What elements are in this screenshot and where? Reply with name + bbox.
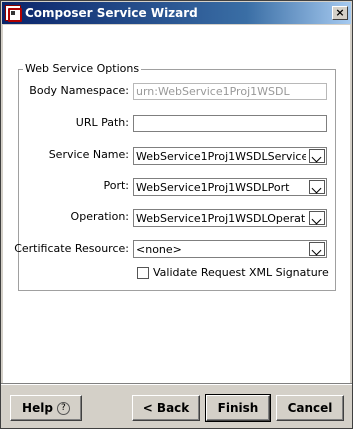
port-value: WebService1Proj1WSDLPort xyxy=(136,181,290,194)
help-button-label: Help xyxy=(22,401,53,415)
url-path-label: URL Path: xyxy=(75,116,129,129)
port-label: Port: xyxy=(103,179,129,192)
operation-select[interactable]: WebService1Proj1WSDLOperation xyxy=(133,209,327,227)
operation-value: WebService1Proj1WSDLOperation xyxy=(136,212,306,225)
certificate-resource-value: <none> xyxy=(136,243,182,256)
service-name-select[interactable]: WebService1Proj1WSDLService xyxy=(133,147,327,165)
service-name-label: Service Name: xyxy=(48,148,129,161)
question-circle-icon: ? xyxy=(56,402,70,415)
group-legend: Web Service Options xyxy=(23,62,142,75)
cancel-button[interactable]: Cancel xyxy=(276,395,344,421)
close-icon[interactable]: × xyxy=(332,6,348,20)
wizard-window: Composer Service Wizard × Web Service Op… xyxy=(0,0,353,429)
help-button[interactable]: Help? xyxy=(10,395,82,421)
chevron-down-icon[interactable] xyxy=(309,211,325,225)
validate-signature-label[interactable]: Validate Request XML Signature xyxy=(153,266,329,280)
chevron-down-icon[interactable] xyxy=(309,180,325,194)
title-bar[interactable]: Composer Service Wizard × xyxy=(2,2,351,24)
button-bar-separator xyxy=(1,383,352,385)
port-select[interactable]: WebService1Proj1WSDLPort xyxy=(133,178,327,196)
window-title: Composer Service Wizard xyxy=(25,6,198,20)
finish-button[interactable]: Finish xyxy=(205,394,271,422)
certificate-resource-label: Certificate Resource: xyxy=(14,242,129,255)
url-path-input[interactable] xyxy=(133,115,327,132)
wizard-app-icon xyxy=(5,5,22,22)
body-namespace-field: urn:WebService1Proj1WSDL xyxy=(133,83,327,100)
operation-label: Operation: xyxy=(70,210,129,223)
service-name-value: WebService1Proj1WSDLService xyxy=(136,150,306,163)
back-button[interactable]: < Back xyxy=(132,395,200,421)
validate-signature-checkbox[interactable] xyxy=(137,267,149,279)
chevron-down-icon[interactable] xyxy=(309,242,325,256)
body-namespace-label: Body Namespace: xyxy=(29,84,129,97)
certificate-resource-select[interactable]: <none> xyxy=(133,240,327,258)
chevron-down-icon[interactable] xyxy=(309,149,325,163)
